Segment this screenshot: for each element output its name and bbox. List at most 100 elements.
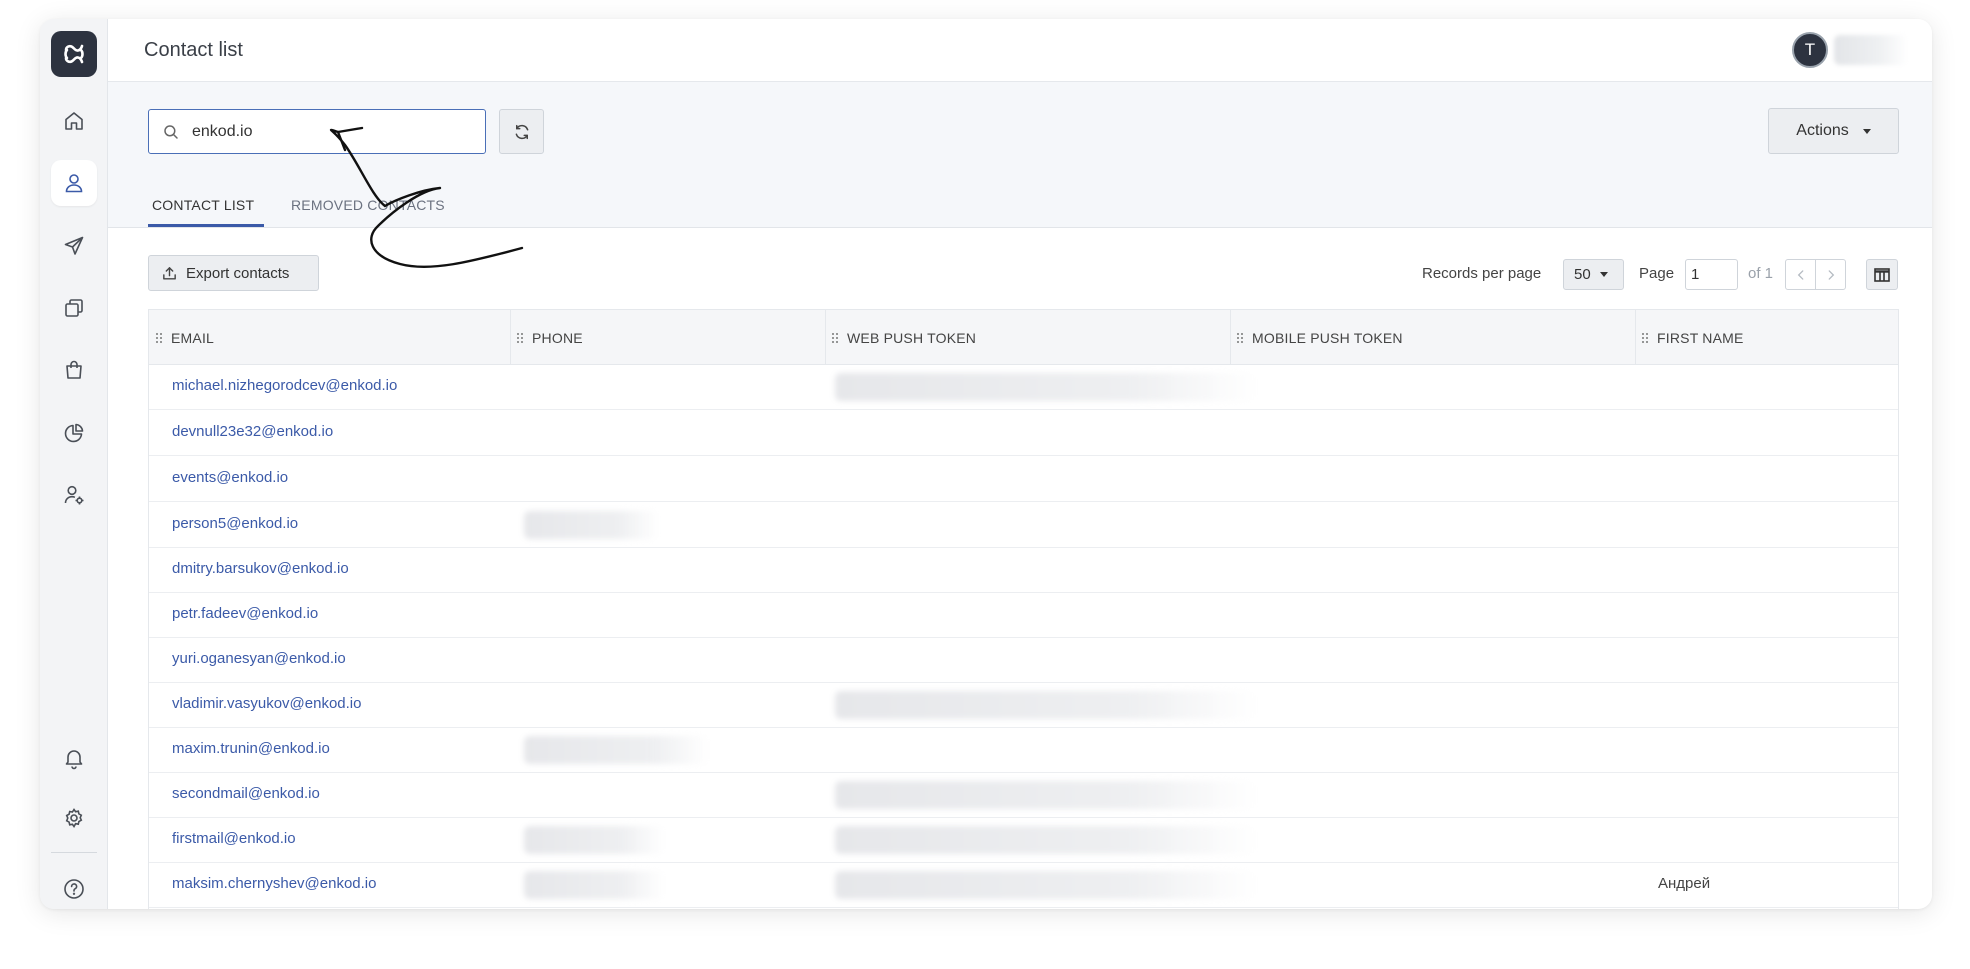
logo-icon: [64, 44, 84, 64]
bell-icon: [65, 750, 83, 770]
refresh-button[interactable]: [499, 109, 544, 154]
drag-handle-icon[interactable]: [1236, 332, 1244, 344]
export-label: Export contacts: [186, 264, 290, 282]
redacted-value: [835, 826, 1255, 854]
gear-icon: [65, 808, 83, 828]
email-link[interactable]: michael.nizhegorodcev@enkod.io: [172, 377, 397, 394]
user-gear-icon: [64, 485, 84, 505]
upload-icon: [163, 266, 176, 280]
page-title: Contact list: [144, 39, 243, 61]
column-label: MOBILE PUSH TOKEN: [1252, 329, 1403, 346]
prev-page-button[interactable]: [1785, 259, 1816, 290]
drag-handle-icon[interactable]: [155, 332, 163, 344]
user-icon: [65, 174, 83, 193]
redacted-value: [835, 691, 1255, 719]
table-row[interactable]: events@enkod.io: [149, 456, 1898, 502]
help-icon: [64, 879, 84, 899]
email-link[interactable]: events@enkod.io: [172, 469, 288, 486]
email-link[interactable]: firstmail@enkod.io: [172, 830, 296, 847]
caret-down-icon: [1599, 272, 1608, 277]
page-number-input[interactable]: [1685, 259, 1738, 290]
email-link[interactable]: person5@enkod.io: [172, 515, 298, 532]
sidebar-item-notifications[interactable]: [51, 735, 97, 781]
column-header-phone[interactable]: PHONE: [510, 310, 583, 365]
chevron-right-icon: [1828, 269, 1834, 280]
home-icon: [65, 112, 83, 130]
table-row[interactable]: vladimir.vasyukov@enkod.io: [149, 683, 1898, 728]
actions-label: Actions: [1796, 122, 1849, 139]
table-row[interactable]: maksim.chernyshev@enkod.io Андрей: [149, 863, 1898, 908]
column-label: EMAIL: [171, 329, 215, 346]
redacted-value: [524, 511, 659, 539]
column-label: FIRST NAME: [1657, 329, 1744, 346]
redacted-value: [835, 781, 1255, 809]
table-row[interactable]: maxim.trunin@enkod.io: [149, 728, 1898, 773]
sidebar-item-user-settings[interactable]: [51, 472, 97, 518]
email-link[interactable]: dmitry.barsukov@enkod.io: [172, 560, 349, 577]
export-contacts-button[interactable]: Export contacts: [148, 255, 319, 291]
page-label: Page: [1639, 265, 1675, 282]
redacted-value: [524, 736, 709, 764]
brand-logo[interactable]: [51, 31, 97, 77]
drag-handle-icon[interactable]: [1641, 332, 1649, 344]
sidebar-item-contacts[interactable]: [51, 160, 97, 206]
sidebar-item-shop[interactable]: [51, 347, 97, 393]
sidebar-item-help[interactable]: [51, 866, 97, 909]
table-row[interactable]: devnull23e32@enkod.io: [149, 410, 1898, 456]
email-link[interactable]: maksim.chernyshev@enkod.io: [172, 875, 376, 892]
sidebar-item-analytics[interactable]: [51, 410, 97, 456]
tab-contact-list[interactable]: CONTACT LIST: [152, 197, 254, 213]
email-link[interactable]: petr.fadeev@enkod.io: [172, 605, 318, 622]
search-icon: [164, 124, 178, 139]
tab-removed-contacts[interactable]: REMOVED CONTACTS: [291, 197, 445, 213]
contacts-table: EMAIL PHONE WEB PUSH TOKEN MOBILE PUSH T…: [148, 309, 1899, 909]
column-label: PHONE: [532, 329, 583, 346]
column-label: WEB PUSH TOKEN: [847, 329, 977, 346]
copy-icon: [65, 299, 83, 317]
search-field[interactable]: [192, 122, 452, 141]
table-row[interactable]: michael.nizhegorodcev@enkod.io: [149, 365, 1898, 410]
table-row[interactable]: yuri.oganesyan@enkod.io: [149, 638, 1898, 683]
table-row[interactable]: dmitry.barsukov@enkod.io: [149, 548, 1898, 593]
column-header-web-push-token[interactable]: WEB PUSH TOKEN: [825, 310, 976, 365]
caret-down-icon: [1862, 128, 1871, 134]
redacted-value: [524, 826, 664, 854]
search-input[interactable]: [148, 109, 486, 154]
email-link[interactable]: maxim.trunin@enkod.io: [172, 740, 330, 757]
column-settings-button[interactable]: [1866, 259, 1898, 290]
drag-handle-icon[interactable]: [831, 332, 839, 344]
redacted-value: [835, 871, 1255, 899]
table-row[interactable]: person5@enkod.io: [149, 502, 1898, 548]
bag-icon: [66, 360, 82, 379]
chevron-left-icon: [1797, 269, 1803, 280]
email-link[interactable]: vladimir.vasyukov@enkod.io: [172, 695, 361, 712]
records-per-page-label: Records per page: [1422, 265, 1542, 282]
actions-dropdown-button[interactable]: Actions: [1768, 108, 1899, 154]
sidebar-item-campaigns[interactable]: [51, 223, 97, 269]
redacted-value: [524, 871, 664, 899]
app-window: Contact list T Actions CONTACT LIST REMO…: [40, 19, 1932, 909]
table-row[interactable]: petr.fadeev@enkod.io: [149, 593, 1898, 638]
drag-handle-icon[interactable]: [516, 332, 524, 344]
table-row[interactable]: secondmail@enkod.io: [149, 773, 1898, 818]
column-header-email[interactable]: EMAIL: [149, 310, 214, 365]
sidebar-item-settings[interactable]: [51, 795, 97, 841]
user-name-redacted[interactable]: [1834, 35, 1908, 65]
sidebar-item-home[interactable]: [51, 98, 97, 144]
email-link[interactable]: yuri.oganesyan@enkod.io: [172, 650, 346, 667]
refresh-icon: [515, 124, 528, 139]
column-header-first-name[interactable]: FIRST NAME: [1635, 310, 1744, 365]
top-header: Contact list T: [108, 19, 1932, 82]
avatar[interactable]: T: [1792, 32, 1828, 68]
sidebar-item-templates[interactable]: [51, 285, 97, 331]
table-header: EMAIL PHONE WEB PUSH TOKEN MOBILE PUSH T…: [149, 310, 1898, 365]
sidebar: [40, 19, 108, 909]
column-header-mobile-push-token[interactable]: MOBILE PUSH TOKEN: [1230, 310, 1403, 365]
records-per-page-value: 50: [1574, 266, 1591, 283]
records-per-page-select[interactable]: 50: [1563, 259, 1624, 290]
next-page-button[interactable]: [1815, 259, 1846, 290]
email-link[interactable]: secondmail@enkod.io: [172, 785, 320, 802]
email-link[interactable]: devnull23e32@enkod.io: [172, 423, 333, 440]
table-row[interactable]: firstmail@enkod.io: [149, 818, 1898, 863]
page-count-label: of 1: [1748, 265, 1774, 282]
